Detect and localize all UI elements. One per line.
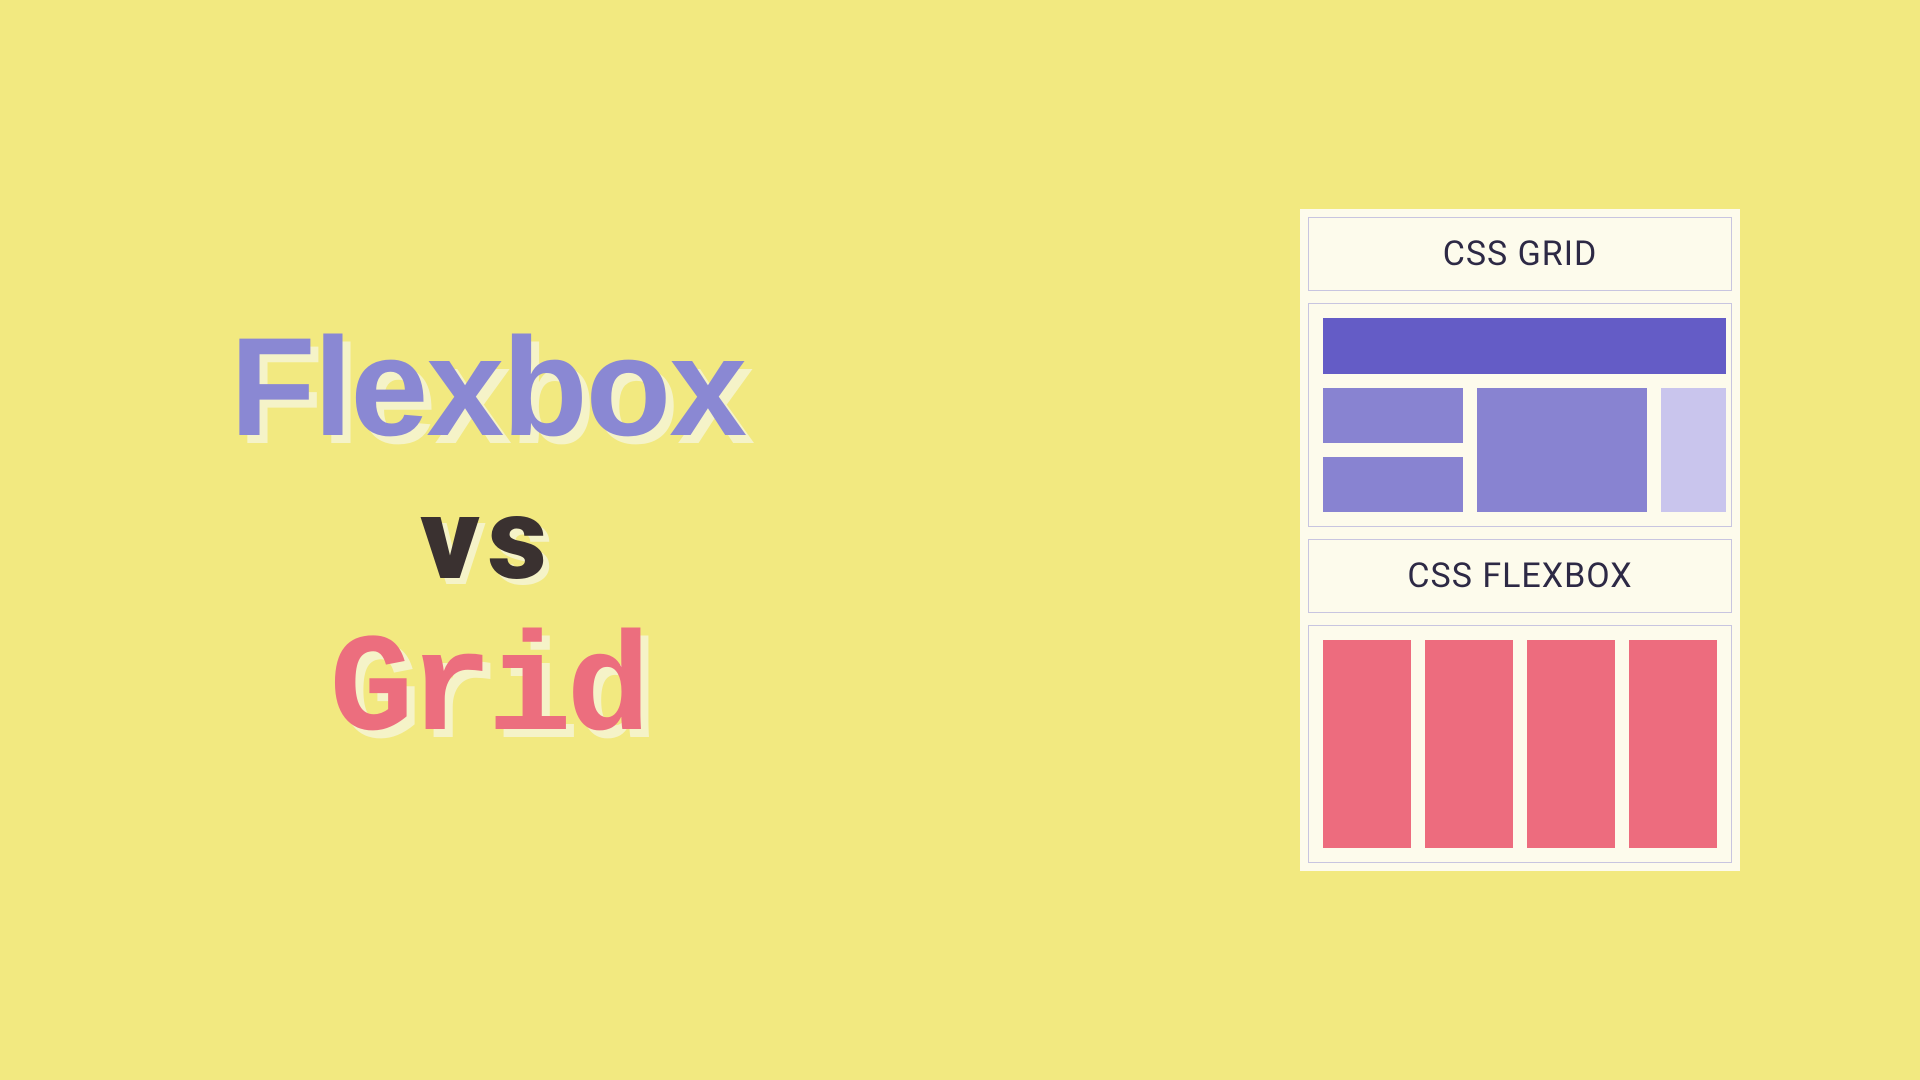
grid-block bbox=[1661, 388, 1726, 512]
flexbox-header-section: CSS FLEXBOX bbox=[1308, 539, 1732, 613]
title-flexbox: Flexbox bbox=[230, 303, 745, 471]
flexbox-label: CSS FLEXBOX bbox=[1321, 550, 1719, 602]
flex-block bbox=[1425, 640, 1513, 848]
flexbox-demo-section bbox=[1308, 625, 1732, 863]
title-vs: vs bbox=[420, 471, 554, 609]
flexbox-demo bbox=[1321, 636, 1719, 852]
diagram-panel: CSS GRID CSS FLEXBOX bbox=[1300, 209, 1740, 871]
grid-block bbox=[1323, 388, 1463, 443]
flex-block bbox=[1629, 640, 1717, 848]
grid-block bbox=[1323, 457, 1463, 512]
grid-block bbox=[1477, 388, 1647, 512]
title-block: Flexbox vs Grid bbox=[230, 303, 745, 777]
title-grid: Grid bbox=[329, 609, 645, 777]
grid-demo-section bbox=[1308, 303, 1732, 527]
flex-block bbox=[1527, 640, 1615, 848]
grid-demo bbox=[1321, 314, 1719, 516]
flex-block bbox=[1323, 640, 1411, 848]
grid-header-section: CSS GRID bbox=[1308, 217, 1732, 291]
grid-label: CSS GRID bbox=[1321, 228, 1719, 280]
main-container: Flexbox vs Grid CSS GRID CSS FLEXBOX bbox=[0, 209, 1920, 871]
grid-block bbox=[1323, 318, 1726, 374]
